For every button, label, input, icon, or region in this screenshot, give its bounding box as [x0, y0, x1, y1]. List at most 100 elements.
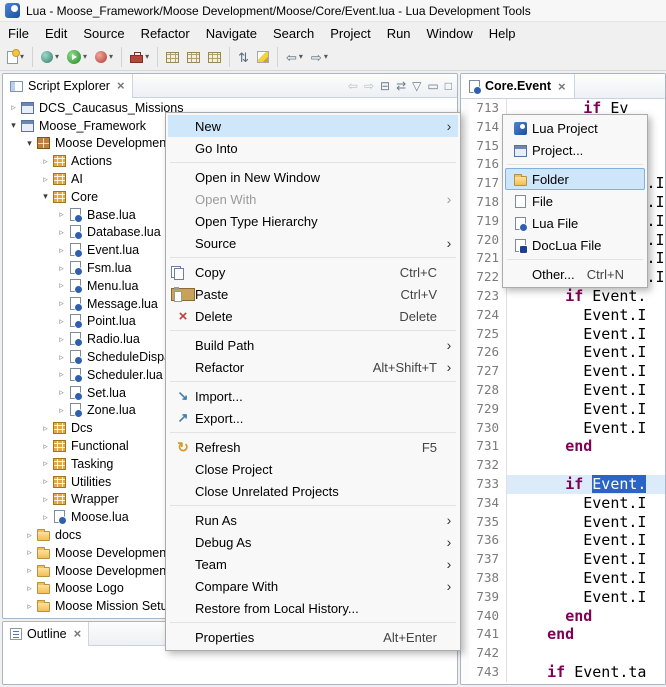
debug-button[interactable]: ▾: [38, 46, 62, 68]
annotation-ruler[interactable]: [461, 249, 469, 268]
context-menu-item-export[interactable]: ↗Export...: [168, 407, 458, 429]
menubar-item-project[interactable]: Project: [322, 22, 378, 44]
annotation-ruler[interactable]: [461, 381, 469, 400]
annotation-ruler[interactable]: [461, 155, 469, 174]
new-submenu-item-other[interactable]: Other...Ctrl+N: [505, 263, 645, 285]
context-menu-item-debug-as[interactable]: Debug As›: [168, 531, 458, 553]
new-wizard-button[interactable]: ▾: [4, 46, 27, 68]
context-menu-item-run-as[interactable]: Run As›: [168, 509, 458, 531]
annotation-ruler[interactable]: [461, 437, 469, 456]
new-submenu-item-folder[interactable]: Folder: [505, 168, 645, 190]
close-icon[interactable]: ×: [556, 79, 566, 94]
annotation-ruler[interactable]: [461, 663, 469, 682]
collapsed-arrow-icon[interactable]: ▹: [39, 476, 52, 487]
code-text[interactable]: end: [507, 607, 665, 626]
external-tools-button-dropdown-icon[interactable]: ▾: [145, 53, 149, 61]
collapse-all-icon[interactable]: ⊟: [380, 79, 390, 93]
collapsed-arrow-icon[interactable]: ▹: [55, 209, 68, 220]
annotation-ruler[interactable]: [461, 268, 469, 287]
back-button[interactable]: ⇦▾: [283, 46, 306, 68]
annotation-ruler[interactable]: [461, 494, 469, 513]
collapsed-arrow-icon[interactable]: ▹: [55, 263, 68, 274]
expanded-arrow-icon[interactable]: ▾: [39, 191, 52, 202]
last-edit-location-button[interactable]: ⇅: [235, 46, 252, 68]
debug-button-dropdown-icon[interactable]: ▾: [55, 53, 59, 61]
collapsed-arrow-icon[interactable]: ▹: [39, 494, 52, 505]
collapsed-arrow-icon[interactable]: ▹: [55, 352, 68, 363]
context-menu-item-properties[interactable]: PropertiesAlt+Enter: [168, 626, 458, 648]
annotation-ruler[interactable]: [461, 212, 469, 231]
collapsed-arrow-icon[interactable]: ▹: [55, 245, 68, 256]
collapsed-arrow-icon[interactable]: ▹: [55, 316, 68, 327]
code-text[interactable]: Event.I: [507, 588, 665, 607]
expanded-arrow-icon[interactable]: ▾: [23, 138, 36, 149]
close-icon[interactable]: ×: [115, 78, 125, 93]
new-wizard-button-dropdown-icon[interactable]: ▾: [20, 53, 24, 61]
code-text[interactable]: if Event.: [507, 287, 665, 306]
collapsed-arrow-icon[interactable]: ▹: [55, 227, 68, 238]
code-text[interactable]: Event.I: [507, 419, 665, 438]
open-table-button-3[interactable]: [205, 46, 224, 68]
run-button[interactable]: ▾: [64, 46, 90, 68]
collapsed-arrow-icon[interactable]: ▹: [39, 423, 52, 434]
context-menu-item-build-path[interactable]: Build Path›: [168, 334, 458, 356]
collapsed-arrow-icon[interactable]: ▹: [55, 334, 68, 345]
collapsed-arrow-icon[interactable]: ▹: [23, 547, 36, 558]
code-text[interactable]: Event.I: [507, 550, 665, 569]
context-menu-item-open-in-new-window[interactable]: Open in New Window: [168, 166, 458, 188]
annotation-ruler[interactable]: [461, 569, 469, 588]
annotation-ruler[interactable]: [461, 362, 469, 381]
context-menu-item-copy[interactable]: CopyCtrl+C: [168, 261, 458, 283]
collapsed-arrow-icon[interactable]: ▹: [39, 512, 52, 523]
collapsed-arrow-icon[interactable]: ▹: [39, 174, 52, 185]
collapsed-arrow-icon[interactable]: ▹: [55, 298, 68, 309]
context-menu-item-source[interactable]: Source›: [168, 232, 458, 254]
annotation-ruler[interactable]: [461, 193, 469, 212]
code-text[interactable]: [507, 456, 665, 475]
annotation-ruler[interactable]: [461, 325, 469, 344]
collapsed-arrow-icon[interactable]: ▹: [55, 369, 68, 380]
collapsed-arrow-icon[interactable]: ▹: [23, 583, 36, 594]
context-menu-item-refresh[interactable]: ↻RefreshF5: [168, 436, 458, 458]
annotation-ruler[interactable]: [461, 419, 469, 438]
menubar-item-run[interactable]: Run: [379, 22, 419, 44]
back-button-dropdown-icon[interactable]: ▾: [299, 53, 303, 61]
annotation-ruler[interactable]: [461, 99, 469, 118]
code-text[interactable]: Event.I: [507, 343, 665, 362]
context-menu-item-new[interactable]: New›: [168, 115, 458, 137]
menubar-item-edit[interactable]: Edit: [37, 22, 75, 44]
annotation-ruler[interactable]: [461, 607, 469, 626]
collapsed-arrow-icon[interactable]: ▹: [55, 405, 68, 416]
new-submenu-item-doclua-file[interactable]: DocLua File: [505, 234, 645, 256]
code-text[interactable]: Event.I: [507, 531, 665, 550]
new-submenu-item-lua-file[interactable]: Lua File: [505, 212, 645, 234]
code-text[interactable]: [507, 644, 665, 663]
code-text[interactable]: if Event.: [507, 475, 665, 494]
new-submenu-item-lua-project[interactable]: Lua Project: [505, 117, 645, 139]
annotation-ruler[interactable]: [461, 137, 469, 156]
annotation-ruler[interactable]: [461, 456, 469, 475]
run-button-dropdown-icon[interactable]: ▾: [83, 53, 87, 61]
collapsed-arrow-icon[interactable]: ▹: [39, 441, 52, 452]
tab-outline[interactable]: Outline ×: [3, 622, 89, 646]
new-submenu-item-project[interactable]: Project...: [505, 139, 645, 161]
context-menu-item-close-project[interactable]: Close Project: [168, 458, 458, 480]
collapsed-arrow-icon[interactable]: ▹: [39, 458, 52, 469]
new-submenu-item-file[interactable]: File: [505, 190, 645, 212]
forward-button[interactable]: ⇨▾: [308, 46, 331, 68]
annotation-ruler[interactable]: [461, 588, 469, 607]
code-text[interactable]: Event.I: [507, 513, 665, 532]
close-icon[interactable]: ×: [72, 626, 82, 641]
code-text[interactable]: Event.I: [507, 400, 665, 419]
minimize-icon[interactable]: ▭: [427, 79, 438, 93]
external-tools-button[interactable]: ▾: [127, 46, 152, 68]
annotation-ruler[interactable]: [461, 513, 469, 532]
collapsed-arrow-icon[interactable]: ▹: [55, 387, 68, 398]
collapsed-arrow-icon[interactable]: ▹: [23, 530, 36, 541]
annotation-ruler[interactable]: [461, 287, 469, 306]
annotation-ruler[interactable]: [461, 231, 469, 250]
context-menu-item-open-with[interactable]: Open With›: [168, 188, 458, 210]
annotation-ruler[interactable]: [461, 625, 469, 644]
code-text[interactable]: end: [507, 437, 665, 456]
collapsed-arrow-icon[interactable]: ▹: [23, 565, 36, 576]
